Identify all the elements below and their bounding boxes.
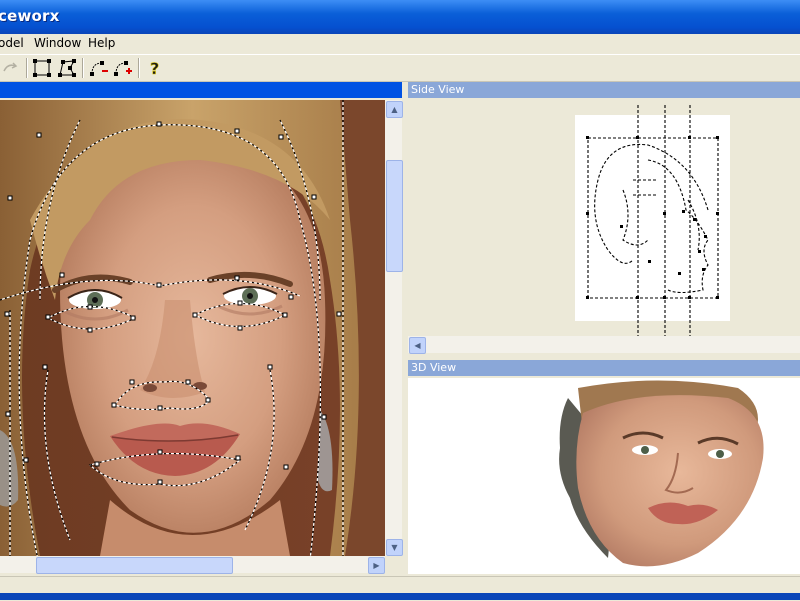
window-title: ceworx: [0, 7, 60, 25]
toolbar-separator: [82, 58, 84, 78]
3d-face-model: [559, 380, 764, 567]
side-view-horizontal-scrollbar[interactable]: ◀: [408, 336, 800, 354]
redo-button[interactable]: [0, 57, 22, 79]
menu-window[interactable]: Window: [34, 36, 81, 50]
3d-view-header[interactable]: 3D View: [408, 360, 800, 376]
chevron-right-icon: ▶: [373, 561, 380, 570]
scroll-right-button[interactable]: ▶: [368, 557, 385, 574]
chevron-down-icon: ▼: [391, 543, 398, 552]
toolbar: ?: [0, 55, 800, 82]
side-view-header[interactable]: Side View: [408, 82, 800, 98]
help-button[interactable]: ?: [144, 57, 166, 79]
svg-text:?: ?: [150, 59, 159, 78]
select-polygon-icon: [58, 59, 76, 77]
scroll-down-button[interactable]: ▼: [386, 539, 403, 556]
front-view-horizontal-scrollbar[interactable]: ▶: [0, 556, 385, 574]
toolbar-separator: [138, 58, 140, 78]
horizontal-scroll-thumb[interactable]: [36, 557, 233, 574]
3d-view-title: 3D View: [411, 361, 457, 374]
front-view-vertical-scrollbar[interactable]: ▲ ▼: [385, 100, 403, 556]
title-bar: ceworx: [0, 0, 800, 34]
vertical-scroll-thumb[interactable]: [386, 160, 403, 272]
menu-model[interactable]: odel: [0, 36, 24, 50]
select-rect-button[interactable]: [31, 57, 53, 79]
curve-remove-point-icon: [90, 61, 108, 76]
curve-remove-point-button[interactable]: [88, 57, 110, 79]
side-view-canvas[interactable]: [408, 100, 800, 336]
chevron-left-icon: ◀: [414, 341, 421, 350]
menu-help[interactable]: Help: [88, 36, 115, 50]
scroll-up-button[interactable]: ▲: [386, 101, 403, 118]
3d-view-canvas[interactable]: [408, 378, 800, 574]
front-view-header[interactable]: [0, 82, 402, 98]
select-polygon-button[interactable]: [56, 57, 78, 79]
help-icon: ?: [150, 59, 160, 79]
side-profile-outline: [575, 105, 730, 336]
select-rect-icon: [33, 59, 51, 77]
taskbar-strip: [0, 593, 800, 600]
scroll-corner: [385, 556, 402, 573]
redo-icon: [3, 62, 18, 72]
side-view-title: Side View: [411, 83, 465, 96]
menu-bar: odel Window Help: [0, 34, 800, 55]
face-photo: [0, 100, 385, 556]
toolbar-separator: [26, 58, 28, 78]
curve-add-point-icon: [114, 61, 132, 76]
chevron-up-icon: ▲: [391, 105, 398, 114]
side-scroll-left-button[interactable]: ◀: [409, 337, 426, 354]
curve-add-point-button[interactable]: [112, 57, 134, 79]
front-view-canvas[interactable]: [0, 100, 385, 556]
